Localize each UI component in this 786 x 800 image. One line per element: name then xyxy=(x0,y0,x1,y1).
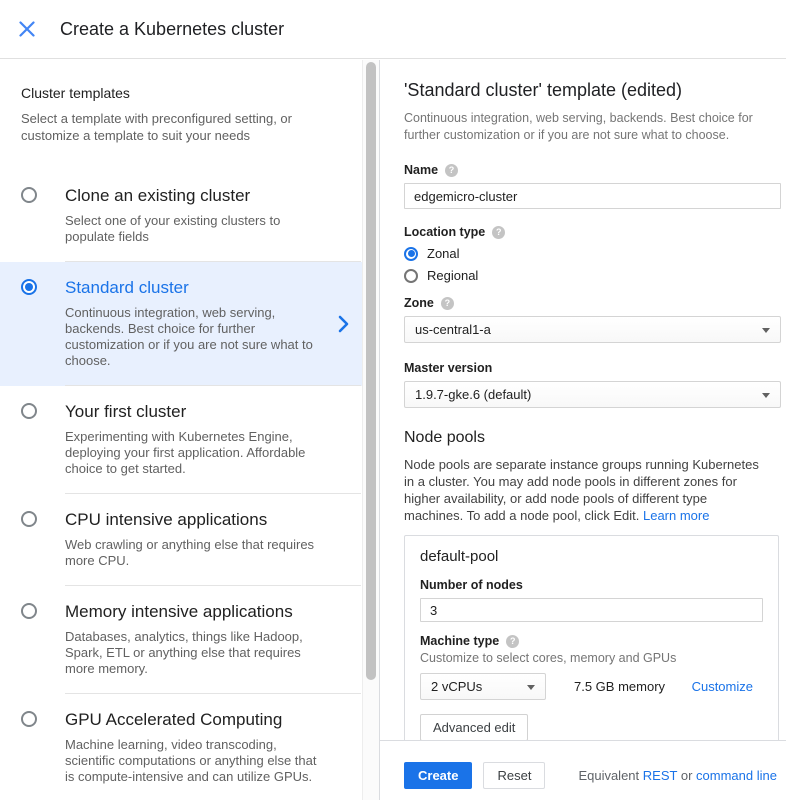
radio-unselected-icon[interactable] xyxy=(21,711,37,727)
help-icon[interactable]: ? xyxy=(492,226,505,239)
radio-unselected-icon[interactable] xyxy=(21,403,37,419)
template-description: Select one of your existing clusters to … xyxy=(65,213,323,245)
close-icon[interactable] xyxy=(10,12,44,46)
number-of-nodes-label: Number of nodes xyxy=(420,578,763,592)
create-button[interactable]: Create xyxy=(404,762,472,789)
create-kubernetes-cluster-dialog: Create a Kubernetes cluster Cluster temp… xyxy=(0,0,786,800)
radio-selected-icon[interactable] xyxy=(404,247,418,261)
command-line-link[interactable]: command line xyxy=(696,768,777,783)
name-label: Name ? xyxy=(404,163,781,177)
zone-selected-value: us-central1-a xyxy=(415,322,491,337)
machine-type-select[interactable]: 2 vCPUs xyxy=(420,673,546,700)
reset-button[interactable]: Reset xyxy=(483,762,545,789)
template-description: Databases, analytics, things like Hadoop… xyxy=(65,629,323,677)
radio-unselected-icon[interactable] xyxy=(21,511,37,527)
template-description: Machine learning, video transcoding, sci… xyxy=(65,737,323,785)
customize-link[interactable]: Customize xyxy=(692,679,753,694)
location-type-label-text: Location type xyxy=(404,225,485,239)
location-zonal-option[interactable]: Zonal xyxy=(404,246,781,261)
machine-type-label-text: Machine type xyxy=(420,634,499,648)
node-pools-heading: Node pools xyxy=(404,429,781,447)
number-of-nodes-input[interactable] xyxy=(420,598,763,622)
machine-type-row: 2 vCPUs 7.5 GB memory Customize xyxy=(420,673,763,700)
master-version-select[interactable]: 1.9.7-gke.6 (default) xyxy=(404,381,781,408)
template-form-title: 'Standard cluster' template (edited) xyxy=(404,80,781,101)
template-form-subtitle: Continuous integration, web serving, bac… xyxy=(404,110,776,144)
machine-type-hint: Customize to select cores, memory and GP… xyxy=(420,651,763,665)
node-pools-description: Node pools are separate instance groups … xyxy=(404,456,766,524)
sidebar-item-memory-intensive[interactable]: Memory intensive applications Databases,… xyxy=(0,586,379,694)
master-version-selected-value: 1.9.7-gke.6 (default) xyxy=(415,387,531,402)
template-title: CPU intensive applications xyxy=(65,510,339,530)
number-of-nodes-label-text: Number of nodes xyxy=(420,578,523,592)
dialog-footer: Create Reset Equivalent REST or command … xyxy=(380,740,786,789)
sidebar-item-gpu-accelerated[interactable]: GPU Accelerated Computing Machine learni… xyxy=(0,694,379,800)
template-list: Clone an existing cluster Select one of … xyxy=(0,170,379,800)
radio-unselected-icon[interactable] xyxy=(404,269,418,283)
template-title: Memory intensive applications xyxy=(65,602,339,622)
sidebar-item-your-first-cluster[interactable]: Your first cluster Experimenting with Ku… xyxy=(0,386,379,494)
radio-unselected-icon[interactable] xyxy=(21,603,37,619)
cluster-name-input[interactable] xyxy=(404,183,781,209)
rest-link[interactable]: REST xyxy=(643,768,677,783)
pool-name: default-pool xyxy=(420,548,763,565)
template-description: Continuous integration, web serving, bac… xyxy=(65,305,323,369)
radio-selected-icon[interactable] xyxy=(21,279,37,295)
template-description: Experimenting with Kubernetes Engine, de… xyxy=(65,429,323,477)
location-type-label: Location type ? xyxy=(404,225,781,239)
chevron-down-icon xyxy=(762,328,770,333)
sidebar-heading: Cluster templates xyxy=(21,85,379,101)
dialog-header: Create a Kubernetes cluster xyxy=(0,0,786,59)
sidebar-item-clone-existing-cluster[interactable]: Clone an existing cluster Select one of … xyxy=(0,170,379,262)
machine-type-selected-value: 2 vCPUs xyxy=(431,679,482,694)
template-description: Web crawling or anything else that requi… xyxy=(65,537,323,569)
template-title: Your first cluster xyxy=(65,402,339,422)
page-title: Create a Kubernetes cluster xyxy=(60,19,284,40)
help-icon[interactable]: ? xyxy=(506,635,519,648)
machine-type-label: Machine type ? xyxy=(420,634,763,648)
zone-label: Zone ? xyxy=(404,296,781,310)
master-version-label: Master version xyxy=(404,361,781,375)
sidebar-scrollbar-thumb[interactable] xyxy=(366,62,376,680)
help-icon[interactable]: ? xyxy=(445,164,458,177)
zone-label-text: Zone xyxy=(404,296,434,310)
chevron-down-icon xyxy=(762,393,770,398)
equivalent-text: Equivalent REST or command line xyxy=(578,768,777,783)
template-detail-panel: 'Standard cluster' template (edited) Con… xyxy=(380,60,786,800)
sidebar-item-cpu-intensive[interactable]: CPU intensive applications Web crawling … xyxy=(0,494,379,586)
sidebar-scrollbar-track[interactable] xyxy=(362,60,379,800)
master-version-label-text: Master version xyxy=(404,361,492,375)
or-text: or xyxy=(681,768,693,783)
memory-value: 7.5 GB memory xyxy=(574,679,665,694)
regional-label: Regional xyxy=(427,268,478,283)
equivalent-prefix: Equivalent xyxy=(578,768,639,783)
advanced-edit-button[interactable]: Advanced edit xyxy=(420,714,528,741)
default-pool-card: default-pool Number of nodes Machine typ… xyxy=(404,535,779,756)
template-title: Standard cluster xyxy=(65,278,339,298)
chevron-right-icon xyxy=(338,315,349,338)
zonal-label: Zonal xyxy=(427,246,460,261)
help-icon[interactable]: ? xyxy=(441,297,454,310)
radio-unselected-icon[interactable] xyxy=(21,187,37,203)
location-regional-option[interactable]: Regional xyxy=(404,268,781,283)
zone-select[interactable]: us-central1-a xyxy=(404,316,781,343)
template-title: GPU Accelerated Computing xyxy=(65,710,339,730)
chevron-down-icon xyxy=(527,685,535,690)
template-title: Clone an existing cluster xyxy=(65,186,339,206)
sidebar-item-standard-cluster[interactable]: Standard cluster Continuous integration,… xyxy=(0,262,379,386)
learn-more-link[interactable]: Learn more xyxy=(643,508,709,523)
cluster-templates-sidebar: Cluster templates Select a template with… xyxy=(0,60,380,800)
sidebar-description: Select a template with preconfigured set… xyxy=(21,110,339,144)
name-label-text: Name xyxy=(404,163,438,177)
